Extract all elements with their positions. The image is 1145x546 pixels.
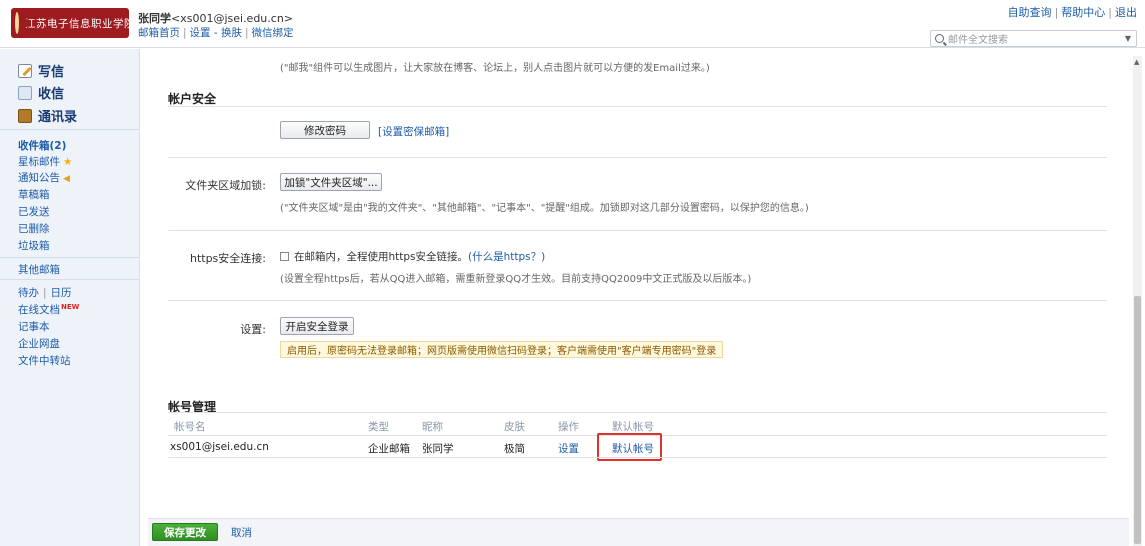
- https-label: https安全连接:: [189, 252, 266, 265]
- logout-link[interactable]: 退出: [1115, 6, 1137, 19]
- section-divider: [168, 106, 1107, 107]
- settings-content: ("邮我"组件可以生成图片，让大家放在博客、论坛上，别人点击图片就可以方便的发E…: [148, 49, 1129, 546]
- search-icon: [935, 34, 944, 43]
- wechat-bind-link[interactable]: 微信绑定: [252, 27, 294, 39]
- row-divider: [168, 457, 1107, 458]
- section-divider: [168, 412, 1107, 413]
- scroll-up-icon[interactable]: ▲: [1134, 58, 1139, 66]
- col-default-account: 默认帐号: [612, 421, 654, 433]
- sidebar: 写信 收信 通讯录 收件箱(2) 星标邮件 ★ 通知公告 ◀ 草稿箱 已发送 已删除…: [0, 49, 140, 546]
- sidebar-divider: [0, 129, 140, 130]
- folder-lock-hint: ("文件夹区域"是由"我的文件夹"、"其他邮箱"、"记事本"、"提醒"组成。加锁…: [280, 203, 809, 214]
- col-nickname: 昵称: [422, 421, 443, 433]
- user-email: <xs001@jsei.edu.cn>: [171, 12, 294, 25]
- sidebar-item-netdisk[interactable]: 企业网盘: [18, 336, 60, 351]
- footer-actions: 保存更改 取消: [148, 518, 1129, 546]
- user-info: 张同学<xs001@jsei.edu.cn> 邮箱首页 | 设置 - 换肤 | 微信绑定: [138, 12, 294, 39]
- online-docs-label: 在线文档: [18, 304, 60, 316]
- https-hint: (设置全程https后，若从QQ进入邮箱，需重新登录QQ才生效。目前支持QQ20…: [280, 274, 752, 285]
- megaphone-icon: ◀: [63, 174, 70, 184]
- secure-login-warning: 启用后，原密码无法登录邮箱；网页版需使用微信扫码登录；客户端需使用"客户端专用密…: [280, 341, 724, 358]
- col-action: 操作: [558, 421, 579, 433]
- sidebar-item-notice[interactable]: 通知公告 ◀: [18, 170, 70, 185]
- mail-home-link[interactable]: 邮箱首页: [138, 27, 180, 39]
- https-checkbox[interactable]: [280, 252, 289, 261]
- col-type: 类型: [368, 421, 389, 433]
- sidebar-item-sent[interactable]: 已发送: [18, 204, 50, 219]
- row-divider: [168, 300, 1107, 301]
- help-center-link[interactable]: 帮助中心: [1061, 6, 1105, 19]
- what-is-https-link[interactable]: (什么是https？): [468, 251, 545, 263]
- sidebar-item-todo[interactable]: 待办: [18, 287, 39, 299]
- change-password-button[interactable]: 修改密码: [280, 121, 370, 139]
- sidebar-divider: [0, 257, 140, 258]
- sidebar-item-starred[interactable]: 星标邮件 ★: [18, 154, 72, 169]
- pencil-icon: [18, 63, 32, 78]
- default-account-link[interactable]: 默认帐号: [612, 441, 654, 456]
- account-settings-link[interactable]: 设置: [558, 441, 579, 456]
- enable-secure-login-button[interactable]: 开启安全登录: [280, 317, 354, 335]
- scrollbar-thumb[interactable]: [1134, 296, 1141, 544]
- header: 江苏电子信息职业学院 张同学<xs001@jsei.edu.cn> 邮箱首页 | 设…: [0, 0, 1145, 48]
- inbox-icon: [18, 85, 32, 100]
- sidebar-item-calendar[interactable]: 日历: [51, 287, 72, 299]
- self-query-link[interactable]: 自助查询: [1008, 6, 1052, 19]
- settings-link[interactable]: 设置: [190, 27, 211, 39]
- receive-label: 收信: [38, 87, 65, 102]
- save-changes-button[interactable]: 保存更改: [152, 523, 218, 541]
- account-type: 企业邮箱: [368, 443, 410, 455]
- col-account-name: 帐号名: [174, 421, 206, 433]
- contacts-label: 通讯录: [38, 110, 78, 125]
- page-scrollbar[interactable]: ▲: [1133, 56, 1142, 546]
- sidebar-item-online-docs[interactable]: 在线文档NEW: [18, 302, 79, 317]
- search-placeholder: 邮件全文搜索: [948, 35, 1008, 46]
- skin-link[interactable]: 换肤: [221, 27, 242, 39]
- receive-button[interactable]: 收信: [18, 83, 64, 102]
- logo-text: 江苏电子信息职业学院: [25, 17, 135, 30]
- sidebar-divider: [0, 279, 140, 280]
- compose-button[interactable]: 写信: [18, 61, 64, 80]
- user-name: 张同学: [138, 12, 171, 25]
- top-links: 自助查询 | 帮助中心 | 退出: [1007, 6, 1137, 19]
- folder-lock-button[interactable]: 加锁"文件夹区域"...: [280, 173, 382, 191]
- set-protect-email-link[interactable]: [设置密保邮箱]: [378, 124, 449, 139]
- sidebar-item-other-mailbox[interactable]: 其他邮箱: [18, 262, 60, 277]
- sidebar-item-inbox[interactable]: 收件箱(2): [18, 138, 66, 153]
- cancel-link[interactable]: 取消: [231, 525, 252, 540]
- account-nickname: 张同学: [422, 443, 454, 455]
- new-badge: NEW: [61, 302, 80, 311]
- notice-label: 通知公告: [18, 172, 60, 184]
- mail-widget-hint: ("邮我"组件可以生成图片，让大家放在博客、论坛上，别人点击图片就可以方便的发E…: [280, 63, 710, 74]
- compose-label: 写信: [38, 65, 65, 80]
- search-input[interactable]: 邮件全文搜索 ▼: [930, 30, 1137, 47]
- secure-login-label: 设置:: [240, 323, 266, 336]
- sidebar-item-spam[interactable]: 垃圾箱: [18, 238, 50, 253]
- account-security-title: 帐户安全: [168, 92, 217, 106]
- school-seal-icon: [15, 12, 30, 34]
- row-divider: [168, 230, 1107, 231]
- sidebar-item-drafts[interactable]: 草稿箱: [18, 187, 50, 202]
- https-option: 在邮箱内，全程使用https安全链接。(什么是https？): [280, 249, 545, 264]
- sidebar-item-file-transfer[interactable]: 文件中转站: [18, 353, 71, 368]
- https-checkbox-label: 在邮箱内，全程使用https安全链接。: [294, 251, 469, 263]
- folder-lock-label: 文件夹区域加锁:: [185, 179, 266, 192]
- row-divider: [168, 157, 1107, 158]
- chevron-down-icon[interactable]: ▼: [1125, 34, 1131, 43]
- contacts-icon: [18, 108, 32, 123]
- account-email: xs001@jsei.edu.cn: [170, 441, 269, 453]
- sidebar-item-deleted[interactable]: 已删除: [18, 221, 50, 236]
- sidebar-todo-calendar: 待办 | 日历: [18, 287, 72, 299]
- col-skin: 皮肤: [504, 421, 525, 433]
- star-icon: ★: [63, 156, 73, 168]
- account-skin: 极简: [504, 443, 525, 455]
- starred-label: 星标邮件: [18, 156, 60, 168]
- contacts-button[interactable]: 通讯录: [18, 106, 77, 125]
- school-logo[interactable]: 江苏电子信息职业学院: [11, 8, 135, 38]
- sidebar-item-notes[interactable]: 记事本: [18, 319, 50, 334]
